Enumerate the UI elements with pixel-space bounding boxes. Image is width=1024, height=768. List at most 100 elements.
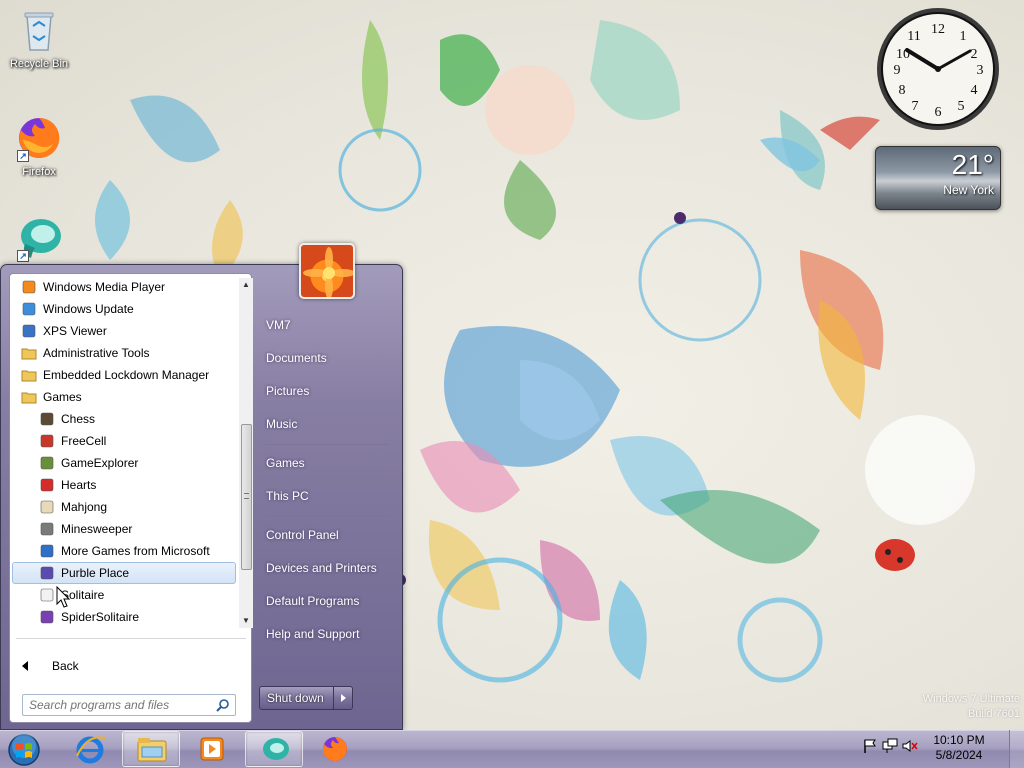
shutdown-button[interactable]: Shut down xyxy=(260,687,334,709)
svg-text:2: 2 xyxy=(971,47,978,62)
internet-explorer-icon xyxy=(76,736,106,764)
action-center-flag-icon[interactable] xyxy=(862,738,878,754)
program-item[interactable]: Mahjong xyxy=(12,496,236,518)
program-item-label: Minesweeper xyxy=(61,522,133,536)
program-item[interactable]: Purble Place xyxy=(12,562,236,584)
taskbar-firefox[interactable] xyxy=(306,731,364,767)
windows-orb-icon xyxy=(8,734,40,766)
start-item-this-pc[interactable]: This PC xyxy=(259,483,389,509)
program-item[interactable]: XPS Viewer xyxy=(12,320,236,342)
shutdown-control: Shut down xyxy=(259,686,353,710)
start-menu: Windows Media Player Windows Update XPS Vi… xyxy=(0,243,403,730)
weather-city: New York xyxy=(943,183,994,197)
media-player-icon xyxy=(200,737,224,761)
program-item[interactable]: GameExplorer xyxy=(12,452,236,474)
program-item[interactable]: Embedded Lockdown Manager xyxy=(12,364,236,386)
app-shortcut-icon xyxy=(263,738,289,760)
program-item[interactable]: Chess xyxy=(12,408,236,430)
file-explorer-icon xyxy=(137,738,167,762)
start-item-default-programs[interactable]: Default Programs xyxy=(259,588,389,614)
start-item-user[interactable]: VM7 xyxy=(259,312,389,338)
volume-muted-icon[interactable] xyxy=(902,738,918,754)
search-icon[interactable] xyxy=(216,698,230,712)
network-icon[interactable] xyxy=(882,738,898,754)
svg-text:9: 9 xyxy=(894,63,901,78)
scroll-up-arrow-icon[interactable]: ▲ xyxy=(239,278,253,292)
program-item[interactable]: Windows Update xyxy=(12,298,236,320)
shortcut-arrow-icon: ↗ xyxy=(17,250,29,262)
start-item-music[interactable]: Music xyxy=(259,411,389,437)
scroll-down-arrow-icon[interactable]: ▼ xyxy=(239,614,253,628)
show-desktop-button[interactable] xyxy=(1009,730,1024,768)
xps-viewer-icon xyxy=(21,323,37,339)
program-item-label: Windows Update xyxy=(43,302,134,316)
program-item-label: More Games from Microsoft xyxy=(61,544,210,558)
firefox-icon: ↗ xyxy=(15,114,63,162)
program-item-label: SpiderSolitaire xyxy=(61,610,140,624)
program-item[interactable]: Hearts xyxy=(12,474,236,496)
svg-text:7: 7 xyxy=(912,99,919,114)
program-item[interactable]: Administrative Tools xyxy=(12,342,236,364)
search-input[interactable] xyxy=(23,695,209,715)
taskbar-clock[interactable]: 10:10 PM 5/8/2024 xyxy=(930,733,988,763)
shortcut-arrow-icon: ↗ xyxy=(17,150,29,162)
program-item[interactable]: FreeCell xyxy=(12,430,236,452)
desktop-icon-app-shortcut[interactable]: ↗ xyxy=(1,214,77,262)
program-item[interactable]: Solitaire xyxy=(12,584,236,606)
app-shortcut-icon: ↗ xyxy=(15,214,63,262)
media-player-icon xyxy=(21,279,37,295)
mouse-cursor-icon xyxy=(56,586,70,608)
start-item-devices-printers[interactable]: Devices and Printers xyxy=(259,555,389,581)
taskbar-internet-explorer[interactable] xyxy=(61,731,119,767)
start-item-control-panel[interactable]: Control Panel xyxy=(259,522,389,548)
program-item[interactable]: Windows Media Player xyxy=(12,276,236,298)
right-pane-divider xyxy=(265,444,389,445)
watermark-build: Build 7601 xyxy=(968,708,1020,720)
start-item-pictures[interactable]: Pictures xyxy=(259,378,389,404)
shutdown-options-arrow-icon[interactable] xyxy=(334,687,352,709)
clock-gadget[interactable]: 12 1 2 345 678 9 10 11 xyxy=(875,6,1001,132)
watermark-edition: Windows 7 Ultimate xyxy=(922,693,1020,705)
start-item-games[interactable]: Games xyxy=(259,450,389,476)
svg-text:1: 1 xyxy=(960,29,967,44)
program-item[interactable]: More Games from Microsoft xyxy=(12,540,236,562)
purble-place-icon xyxy=(39,565,55,581)
search-box[interactable] xyxy=(22,694,236,716)
spider-solitaire-icon xyxy=(39,609,55,625)
back-label: Back xyxy=(52,659,79,673)
program-item-label: Administrative Tools xyxy=(43,346,150,360)
programs-scrollbar[interactable]: ▲ ▼ xyxy=(239,278,253,628)
program-item-label: Purble Place xyxy=(61,566,130,580)
folder-icon xyxy=(21,345,37,361)
scrollbar-thumb[interactable] xyxy=(241,424,252,570)
program-item-label: Hearts xyxy=(61,478,97,492)
taskbar-app-shortcut[interactable] xyxy=(245,731,303,767)
desktop-icon-label: Firefox xyxy=(22,166,56,178)
start-button[interactable] xyxy=(4,733,44,767)
back-arrow-icon xyxy=(22,661,28,671)
recycle-bin-icon xyxy=(15,6,63,54)
taskbar-media-player[interactable] xyxy=(183,731,241,767)
desktop-icon-recycle-bin[interactable]: Recycle Bin xyxy=(1,6,77,70)
start-item-documents[interactable]: Documents xyxy=(259,345,389,371)
left-pane-divider xyxy=(16,638,246,639)
program-item-label: Windows Media Player xyxy=(43,280,166,294)
firefox-icon xyxy=(322,737,347,761)
more-games-icon xyxy=(39,543,55,559)
program-item[interactable]: SpiderSolitaire xyxy=(12,606,236,628)
program-item-label: FreeCell xyxy=(61,434,107,448)
desktop-icon-firefox[interactable]: ↗ Firefox xyxy=(1,114,77,178)
start-item-help-support[interactable]: Help and Support xyxy=(259,621,389,647)
freecell-icon xyxy=(39,433,55,449)
program-item[interactable]: Games xyxy=(12,386,236,408)
right-pane-divider xyxy=(265,516,389,517)
taskbar-file-explorer[interactable] xyxy=(122,731,180,767)
program-item-label: Games xyxy=(43,390,82,404)
mahjong-icon xyxy=(39,499,55,515)
weather-gadget[interactable]: 21° New York xyxy=(875,146,1001,210)
program-item[interactable]: Minesweeper xyxy=(12,518,236,540)
user-picture[interactable] xyxy=(299,243,355,299)
hearts-icon xyxy=(39,477,55,493)
back-button[interactable]: Back xyxy=(18,655,79,677)
program-item-label: GameExplorer xyxy=(61,456,139,470)
